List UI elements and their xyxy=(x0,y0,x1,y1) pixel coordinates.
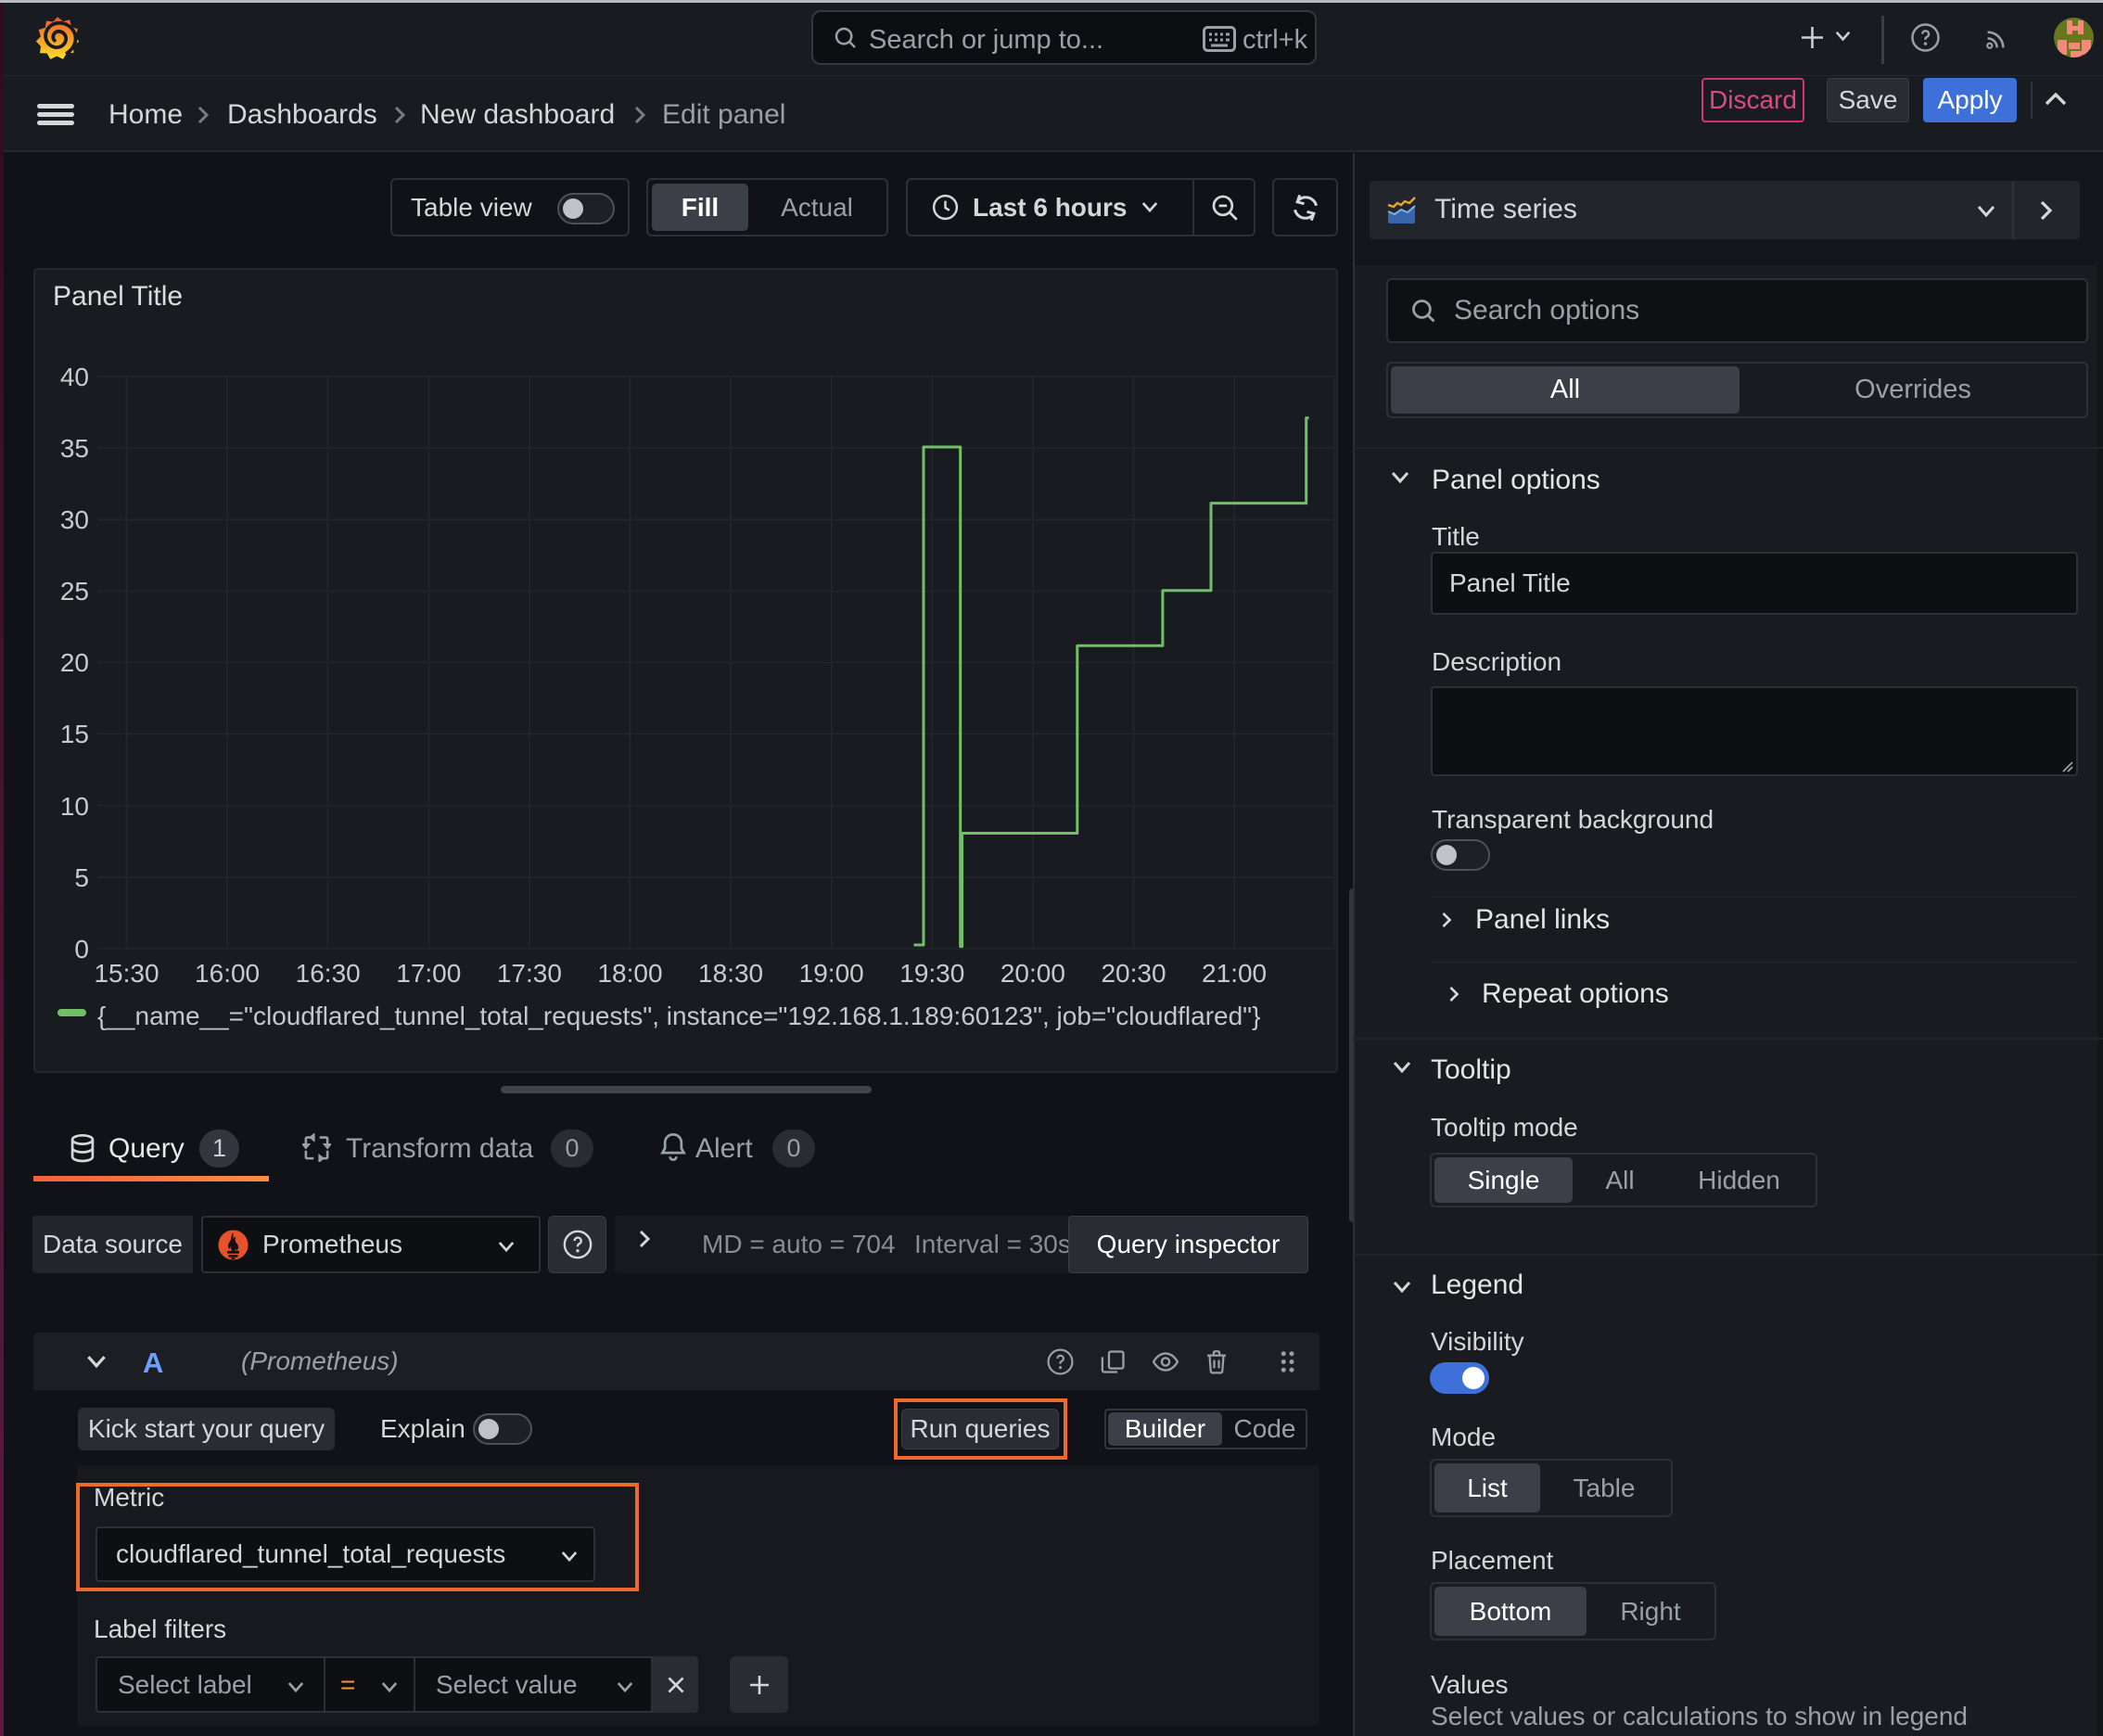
svg-text:20: 20 xyxy=(60,648,89,677)
svg-text:19:00: 19:00 xyxy=(799,959,864,988)
svg-text:25: 25 xyxy=(60,577,89,606)
svg-text:{__name__="cloudflared_tunnel_: {__name__="cloudflared_tunnel_total_requ… xyxy=(97,1002,1260,1030)
svg-text:35: 35 xyxy=(60,434,89,463)
svg-text:20:30: 20:30 xyxy=(1101,959,1166,988)
svg-text:0: 0 xyxy=(74,935,89,964)
svg-text:16:30: 16:30 xyxy=(296,959,361,988)
svg-text:18:00: 18:00 xyxy=(597,959,662,988)
svg-text:17:00: 17:00 xyxy=(396,959,461,988)
svg-text:20:00: 20:00 xyxy=(1001,959,1065,988)
svg-text:15: 15 xyxy=(60,720,89,748)
svg-text:15:30: 15:30 xyxy=(94,959,159,988)
svg-text:16:00: 16:00 xyxy=(195,959,260,988)
svg-text:17:30: 17:30 xyxy=(497,959,562,988)
svg-text:19:30: 19:30 xyxy=(899,959,964,988)
svg-text:21:00: 21:00 xyxy=(1202,959,1267,988)
svg-text:30: 30 xyxy=(60,505,89,534)
svg-text:40: 40 xyxy=(60,363,89,391)
svg-text:5: 5 xyxy=(74,863,89,892)
svg-text:10: 10 xyxy=(60,792,89,821)
svg-text:18:30: 18:30 xyxy=(698,959,763,988)
